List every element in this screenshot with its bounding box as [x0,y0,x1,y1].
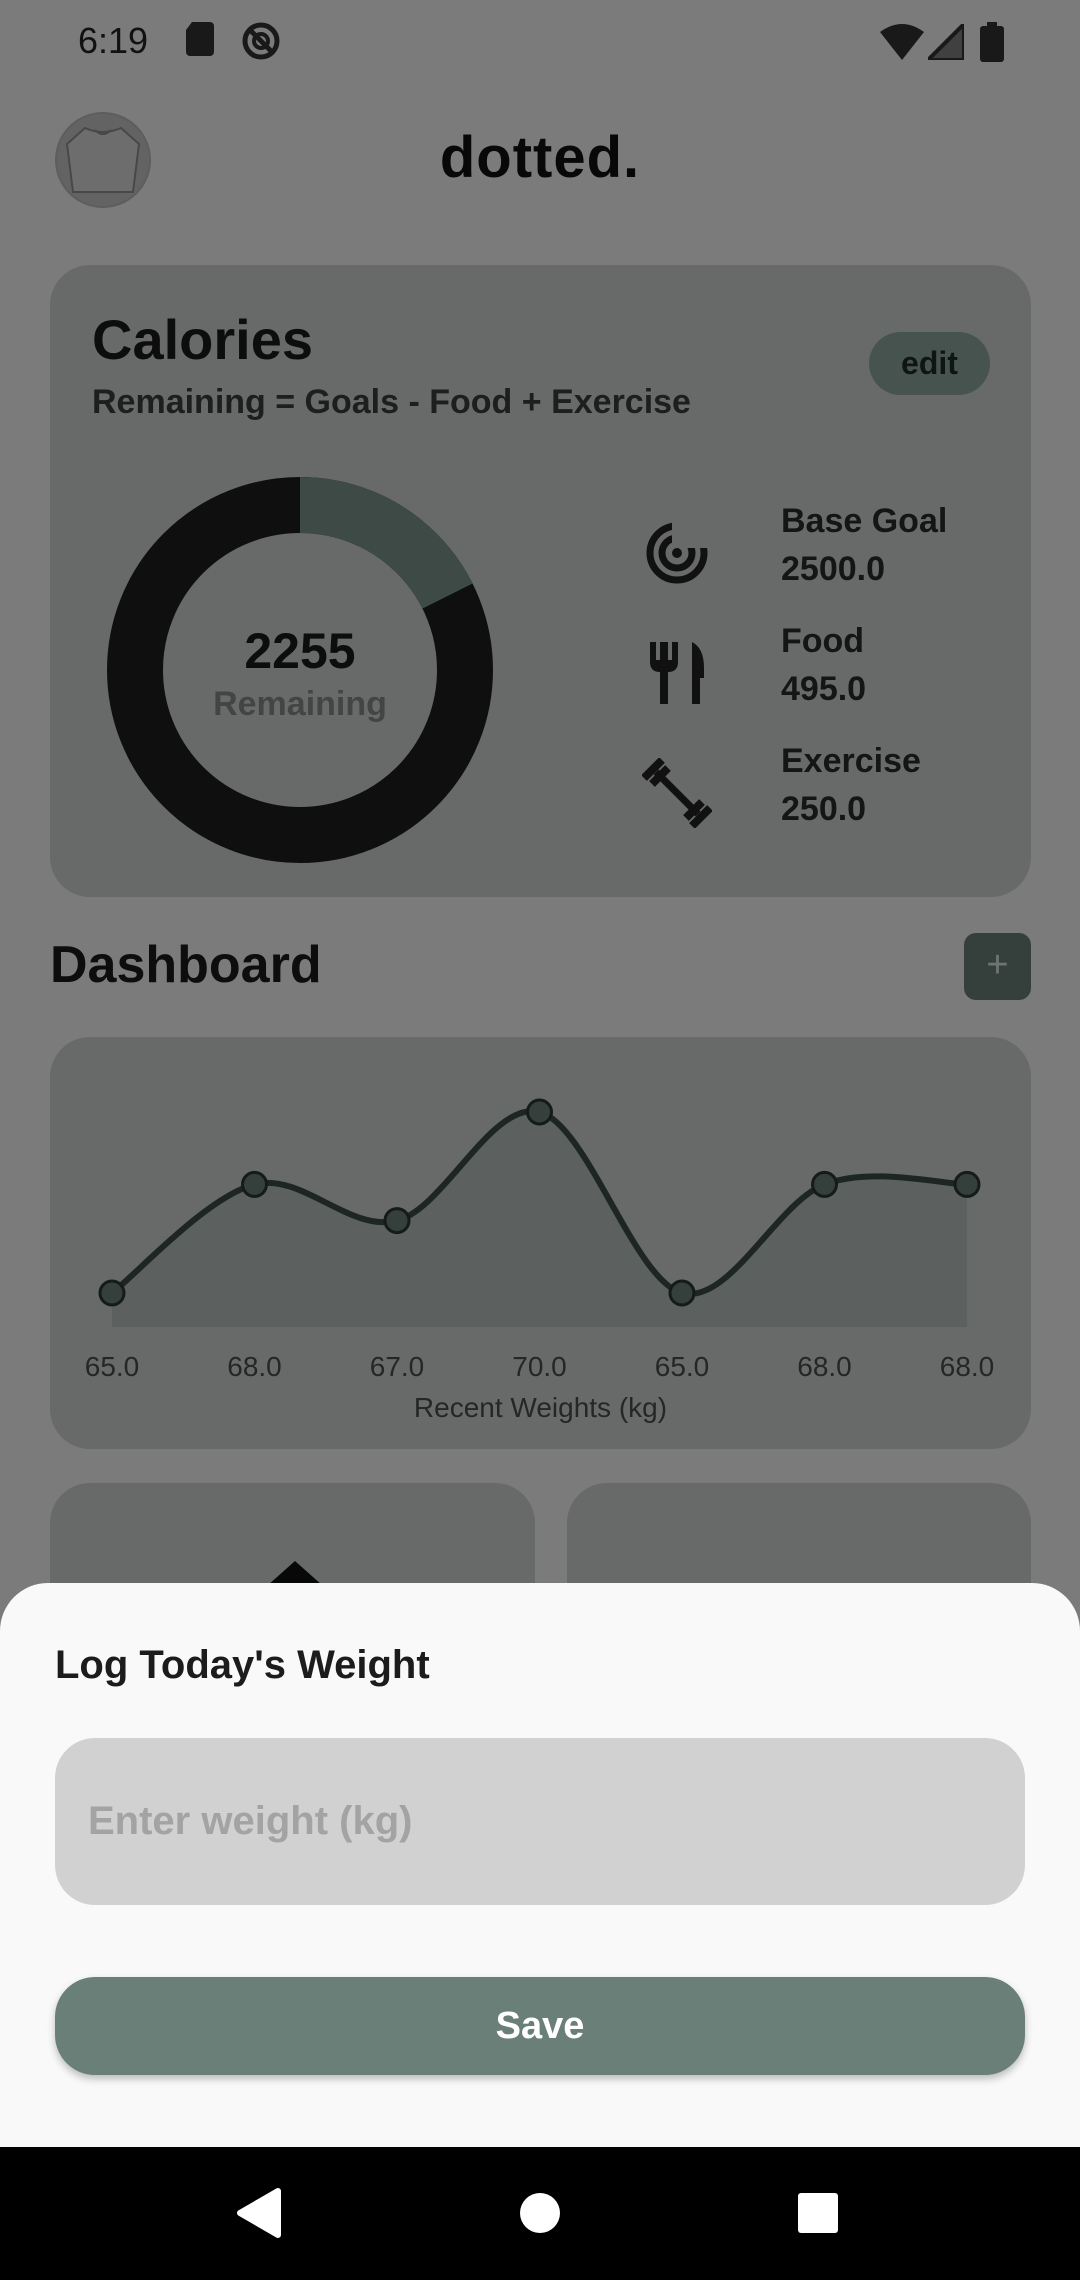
log-weight-sheet: Log Today's Weight Save [0,1583,1080,2148]
app-screen: 6:19 dotted. C [0,0,1080,2280]
recents-icon[interactable] [758,2147,878,2280]
navigation-bar [0,2147,1080,2280]
home-icon[interactable] [480,2147,600,2280]
back-icon[interactable] [200,2147,320,2280]
sheet-title: Log Today's Weight [55,1643,430,1687]
save-button[interactable]: Save [55,1977,1025,2075]
weight-input[interactable] [55,1738,1025,1905]
